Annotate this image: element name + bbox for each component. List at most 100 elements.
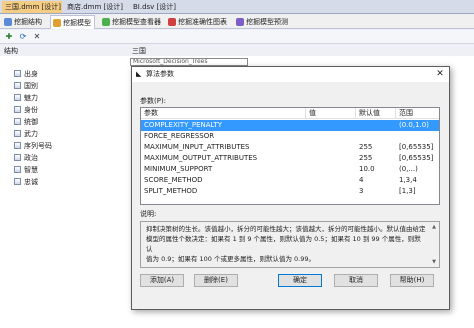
value-column-header[interactable]: 值 xyxy=(306,108,356,119)
tree-item[interactable]: 忠诚 xyxy=(14,177,38,187)
param-range: [0,65535] xyxy=(399,154,434,162)
param-row[interactable]: MAXIMUM_OUTPUT_ATTRIBUTES 255 [0,65535] xyxy=(141,153,439,164)
dialog-icon: ◣ xyxy=(136,70,142,78)
tree-item[interactable]: 国别 xyxy=(14,81,38,91)
tree-item-label: 身份 xyxy=(24,106,38,114)
param-range: [0,65535] xyxy=(399,143,434,151)
column-icon xyxy=(14,118,21,125)
help-button[interactable]: 帮助(H) xyxy=(390,274,434,287)
tree-item[interactable]: 政治 xyxy=(14,153,38,163)
model-icon xyxy=(53,19,61,27)
doc-tab-shop[interactable]: 商店.dmm [设计] xyxy=(64,1,128,13)
tree-item-label: 统御 xyxy=(24,118,38,126)
delete-icon[interactable]: ✕ xyxy=(32,32,42,42)
param-default xyxy=(356,131,396,142)
dialog-title-bar: ◣ 算法参数 ✕ xyxy=(132,67,449,82)
param-value[interactable] xyxy=(306,164,356,175)
prediction-icon xyxy=(236,18,244,26)
param-value[interactable] xyxy=(306,153,356,164)
column-icon xyxy=(14,178,21,185)
designer-tab-strip: 挖掘结构 挖掘模型 挖掘模型查看器 挖掘准确性图表 挖掘模型预测 xyxy=(0,14,474,29)
default-column-header[interactable]: 默认值 xyxy=(356,108,396,119)
param-value[interactable] xyxy=(306,120,356,131)
tab-model-prediction[interactable]: 挖掘模型预测 xyxy=(234,15,291,29)
param-range xyxy=(396,131,439,142)
tab-mining-models[interactable]: 挖掘模型 xyxy=(50,15,95,29)
tree-item[interactable]: 身份 xyxy=(14,105,38,115)
tab-label: 挖掘准确性图表 xyxy=(178,18,227,26)
tree-item-label: 政治 xyxy=(24,154,38,162)
designer-toolbar: ✚ ⟳ ✕ xyxy=(0,30,474,44)
algorithm-parameters-dialog: ◣ 算法参数 ✕ 参数(P): 参数 值 默认值 范围 COMPLEXITY_P… xyxy=(131,66,450,310)
structure-icon xyxy=(4,18,12,26)
param-default: 3 xyxy=(359,187,364,195)
doc-tab-bi[interactable]: BI.dsv [设计] xyxy=(130,1,186,13)
tab-accuracy-chart[interactable]: 挖掘准确性图表 xyxy=(166,15,230,29)
tab-mining-structure[interactable]: 挖掘结构 xyxy=(2,15,45,29)
tree-item[interactable]: 出身 xyxy=(14,69,38,79)
column-icon xyxy=(14,82,21,89)
param-name: FORCE_REGRESSOR xyxy=(144,132,215,140)
process-icon[interactable]: ⟳ xyxy=(18,32,28,42)
param-name: COMPLEXITY_PENALTY xyxy=(144,121,223,129)
column-icon xyxy=(14,130,21,137)
param-row[interactable]: SCORE_METHOD 4 1,3,4 xyxy=(141,175,439,186)
param-row[interactable]: SPLIT_METHOD 3 [1,3] xyxy=(141,186,439,197)
tree-item[interactable]: 统御 xyxy=(14,117,38,127)
param-value[interactable] xyxy=(306,142,356,153)
param-value[interactable] xyxy=(306,186,356,197)
param-value[interactable] xyxy=(306,131,356,142)
tab-label: 挖掘模型预测 xyxy=(246,18,288,26)
doc-tab-sanguo[interactable]: 三国.dmm [设计] xyxy=(2,1,62,13)
model-column-header: 三国 xyxy=(132,47,146,55)
scroll-up-icon[interactable]: ▲ xyxy=(430,223,438,231)
close-icon[interactable]: ✕ xyxy=(435,69,445,79)
tree-item-label: 出身 xyxy=(24,70,38,78)
tree-item-label: 国别 xyxy=(24,82,38,90)
description-label: 说明: xyxy=(140,210,157,218)
column-icon xyxy=(14,166,21,173)
add-button[interactable]: 添加(A) xyxy=(140,274,184,287)
structure-tree: 出身 国别 魅力 身份 统御 武力 序列号码 政治 智慧 忠诚 xyxy=(0,56,128,328)
param-row[interactable]: MINIMUM_SUPPORT 10.0 (0,...) xyxy=(141,164,439,175)
parameters-label: 参数(P): xyxy=(140,97,167,105)
dialog-title: 算法参数 xyxy=(146,70,174,78)
chart-icon xyxy=(168,18,176,26)
description-scrollbar[interactable]: ▲ ▼ xyxy=(430,223,438,266)
param-value[interactable] xyxy=(306,175,356,186)
column-icon xyxy=(14,70,21,77)
description-line: 抑制决策树的生长。该值越小，拆分的可能性越大；该值越大，拆分的可能性越小。默认值… xyxy=(146,225,426,233)
tab-model-viewer[interactable]: 挖掘模型查看器 xyxy=(100,15,164,29)
column-icon xyxy=(14,94,21,101)
param-column-header[interactable]: 参数 xyxy=(141,108,306,119)
range-column-header[interactable]: 范围 xyxy=(396,108,439,119)
param-range: (0,...) xyxy=(399,165,418,173)
cancel-button[interactable]: 取消 xyxy=(334,274,378,287)
add-model-icon[interactable]: ✚ xyxy=(4,32,14,42)
tree-item-label: 序列号码 xyxy=(24,142,52,150)
algorithm-cell[interactable]: Microsoft_Decision_Trees xyxy=(130,58,248,66)
tab-label: 挖掘模型 xyxy=(63,19,91,27)
delete-button[interactable]: 删除(E) xyxy=(194,274,238,287)
grid-header: 参数 值 默认值 范围 xyxy=(141,108,439,119)
scroll-down-icon[interactable]: ▼ xyxy=(430,258,438,266)
doc-tab-label: 商店.dmm [设计] xyxy=(67,3,123,11)
tree-item-label: 智慧 xyxy=(24,166,38,174)
tree-item[interactable]: 武力 xyxy=(14,129,38,139)
tree-item[interactable]: 魅力 xyxy=(14,93,38,103)
parameters-grid: 参数 值 默认值 范围 COMPLEXITY_PENALTY (0.0,1.0)… xyxy=(140,107,440,205)
param-row-selected[interactable]: COMPLEXITY_PENALTY (0.0,1.0) xyxy=(141,120,439,131)
structure-column-header: 结构 xyxy=(4,47,18,55)
tree-item-label: 魅力 xyxy=(24,94,38,102)
column-icon xyxy=(14,106,21,113)
column-icon xyxy=(14,154,21,161)
param-default: 255 xyxy=(359,143,373,151)
tree-item-label: 武力 xyxy=(24,130,38,138)
param-row[interactable]: MAXIMUM_INPUT_ATTRIBUTES 255 [0,65535] xyxy=(141,142,439,153)
ok-button[interactable]: 确定 xyxy=(278,274,322,287)
doc-tab-label: BI.dsv [设计] xyxy=(133,3,177,11)
tree-item[interactable]: 智慧 xyxy=(14,165,38,175)
tree-item[interactable]: 序列号码 xyxy=(14,141,52,151)
param-row[interactable]: FORCE_REGRESSOR xyxy=(141,131,439,142)
param-default xyxy=(356,120,396,131)
